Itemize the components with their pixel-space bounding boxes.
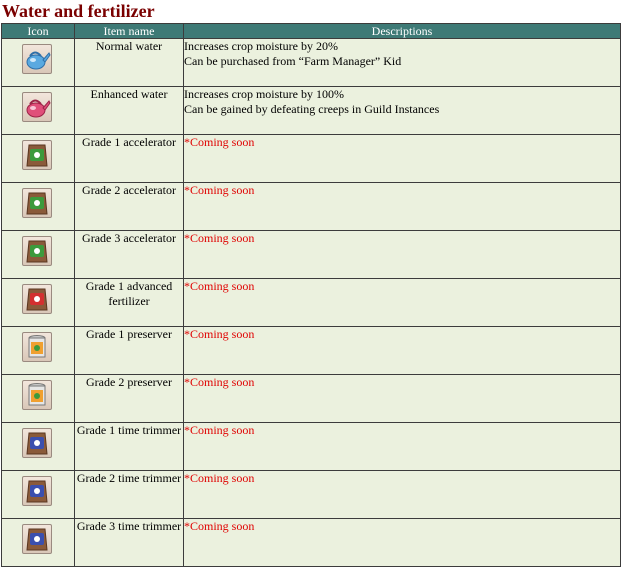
table-row: Grade 1 time trimmer *Coming soon — [1, 422, 621, 471]
blue-fertilizer-bag-icon — [22, 524, 52, 554]
table-row: Grade 3 accelerator *Coming soon — [1, 230, 621, 279]
icon-cell — [1, 182, 75, 231]
coming-soon-note: *Coming soon — [184, 327, 255, 341]
preserver-can-icon — [22, 332, 52, 362]
blue-fertilizer-bag-icon — [22, 428, 52, 458]
item-name: Grade 2 time trimmer — [74, 470, 184, 519]
icon-cell — [1, 422, 75, 471]
table-row: Grade 1 preserver *Coming soon — [1, 326, 621, 375]
icon-cell — [1, 326, 75, 375]
description-line: Can be gained by defeating creeps in Gui… — [184, 102, 440, 116]
item-name: Grade 1 time trimmer — [74, 422, 184, 471]
green-fertilizer-bag-icon — [22, 236, 52, 266]
item-description: *Coming soon — [183, 278, 621, 327]
coming-soon-note: *Coming soon — [184, 471, 255, 485]
item-description: *Coming soon — [183, 374, 621, 423]
item-description: Increases crop moisture by 100% Can be g… — [183, 86, 621, 135]
description-line: Increases crop moisture by 100% — [184, 87, 344, 101]
table-row: Enhanced water Increases crop moisture b… — [1, 86, 621, 135]
item-name: Normal water — [74, 38, 184, 87]
item-name: Grade 1 preserver — [74, 326, 184, 375]
item-name: Grade 2 preserver — [74, 374, 184, 423]
coming-soon-note: *Coming soon — [184, 375, 255, 389]
icon-cell — [1, 230, 75, 279]
table-row: Normal water Increases crop moisture by … — [1, 38, 621, 87]
green-fertilizer-bag-icon — [22, 188, 52, 218]
page-title: Water and fertilizer — [2, 1, 155, 21]
item-description: Increases crop moisture by 20% Can be pu… — [183, 38, 621, 87]
header-icon: Icon — [1, 23, 75, 39]
coming-soon-note: *Coming soon — [184, 231, 255, 245]
table-header-row: Icon Item name Descriptions — [1, 23, 621, 39]
table-row: Grade 1 advanced fertilizer *Coming soon — [1, 278, 621, 327]
icon-cell — [1, 86, 75, 135]
table-row: Grade 2 time trimmer *Coming soon — [1, 470, 621, 519]
item-description: *Coming soon — [183, 326, 621, 375]
item-name: Grade 3 time trimmer — [74, 518, 184, 567]
item-name: Grade 3 accelerator — [74, 230, 184, 279]
green-fertilizer-bag-icon — [22, 140, 52, 170]
icon-cell — [1, 470, 75, 519]
coming-soon-note: *Coming soon — [184, 279, 255, 293]
red-fertilizer-bag-icon — [22, 284, 52, 314]
icon-cell — [1, 518, 75, 567]
header-item-name: Item name — [74, 23, 184, 39]
items-table: Icon Item name Descriptions Normal water — [1, 23, 621, 567]
coming-soon-note: *Coming soon — [184, 519, 255, 533]
icon-cell — [1, 134, 75, 183]
coming-soon-note: *Coming soon — [184, 135, 255, 149]
item-description: *Coming soon — [183, 182, 621, 231]
item-description: *Coming soon — [183, 470, 621, 519]
icon-cell — [1, 278, 75, 327]
item-name: Grade 1 accelerator — [74, 134, 184, 183]
icon-cell — [1, 38, 75, 87]
item-description: *Coming soon — [183, 422, 621, 471]
table-row: Grade 2 preserver *Coming soon — [1, 374, 621, 423]
item-description: *Coming soon — [183, 230, 621, 279]
table-row: Grade 1 accelerator *Coming soon — [1, 134, 621, 183]
coming-soon-note: *Coming soon — [184, 423, 255, 437]
icon-cell — [1, 374, 75, 423]
description-line: Increases crop moisture by 20% — [184, 39, 338, 53]
header-descriptions: Descriptions — [183, 23, 621, 39]
item-description: *Coming soon — [183, 134, 621, 183]
table-row: Grade 3 time trimmer *Coming soon — [1, 518, 621, 567]
table-row: Grade 2 accelerator *Coming soon — [1, 182, 621, 231]
item-description: *Coming soon — [183, 518, 621, 567]
coming-soon-note: *Coming soon — [184, 183, 255, 197]
description-line: Can be purchased from “Farm Manager” Kid — [184, 54, 402, 68]
item-name: Enhanced water — [74, 86, 184, 135]
item-name: Grade 1 advanced fertilizer — [74, 278, 184, 327]
blue-watering-can-icon — [22, 44, 52, 74]
pink-watering-can-icon — [22, 92, 52, 122]
blue-fertilizer-bag-icon — [22, 476, 52, 506]
preserver-can-icon — [22, 380, 52, 410]
item-name: Grade 2 accelerator — [74, 182, 184, 231]
